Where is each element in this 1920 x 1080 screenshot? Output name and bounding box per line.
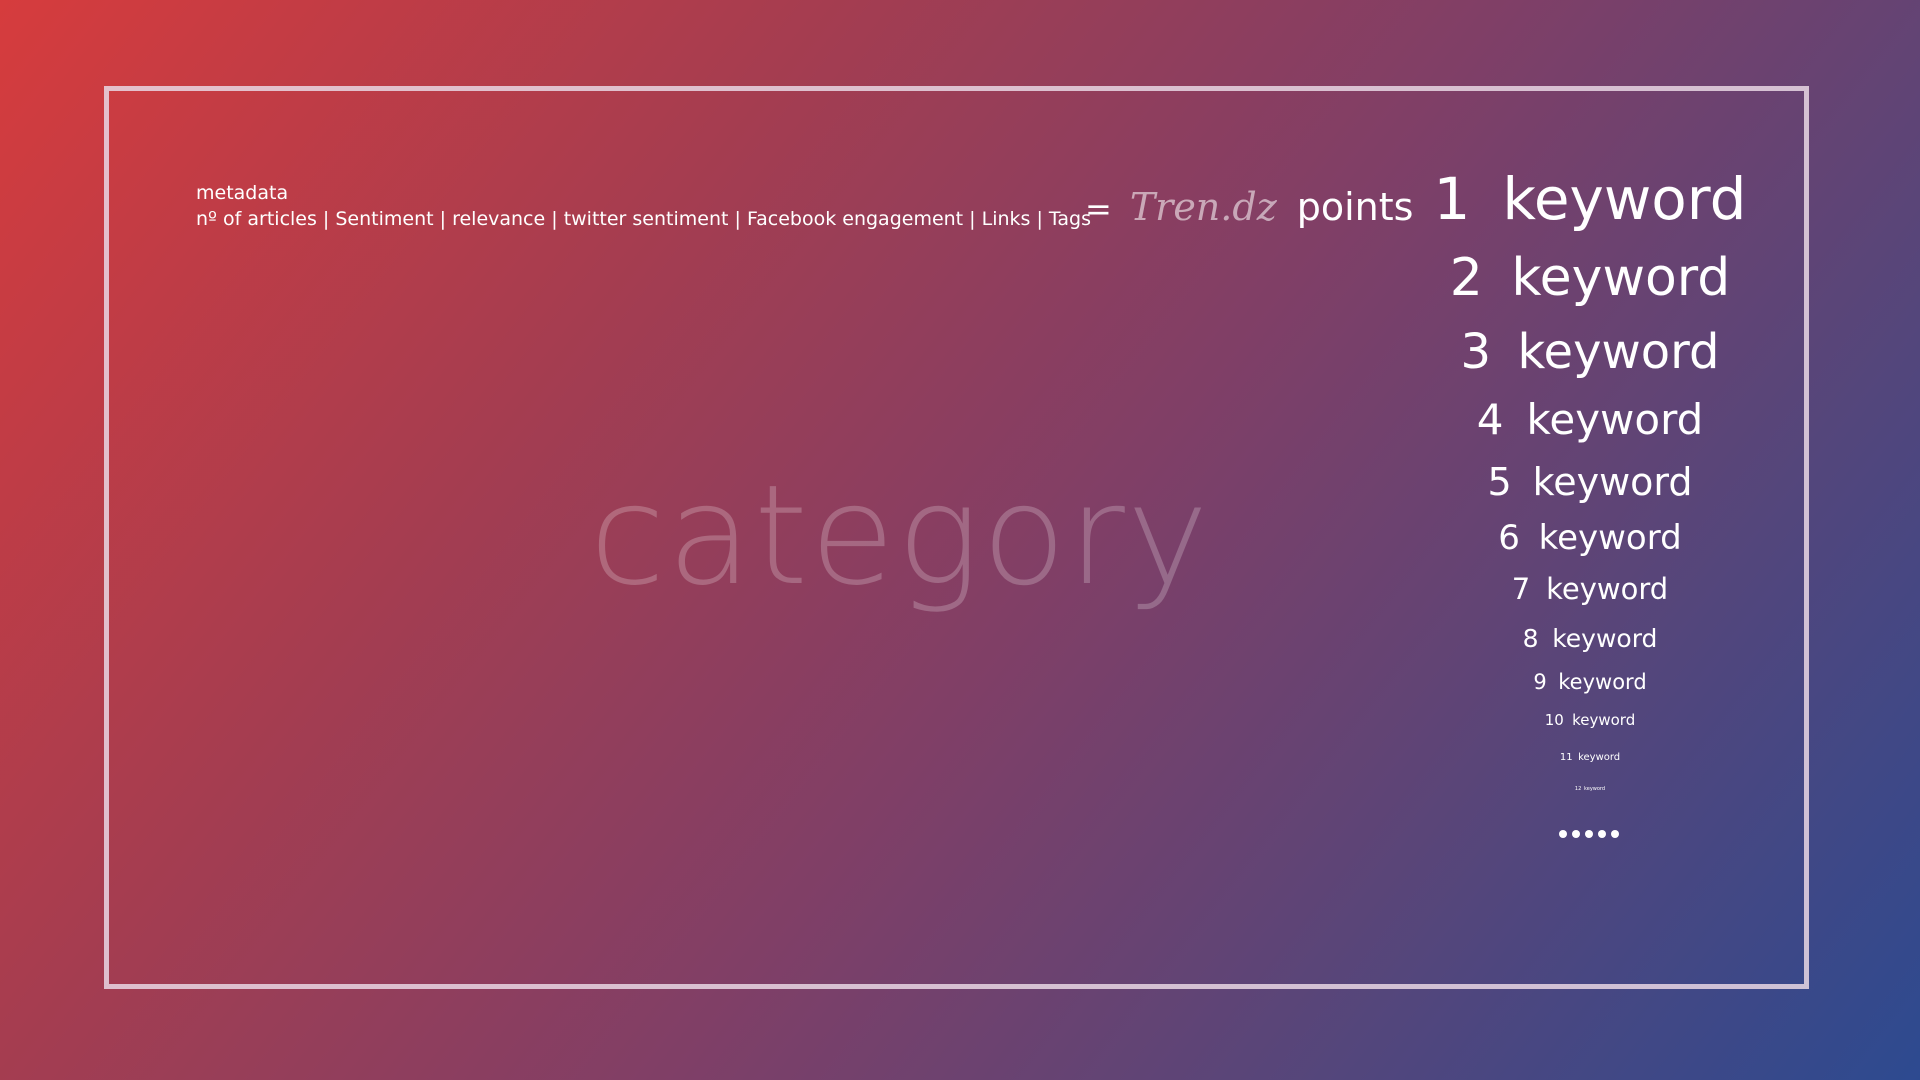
keyword-rank: 12 xyxy=(1574,786,1582,792)
keyword-label: keyword xyxy=(1517,324,1720,380)
factor-separator: | xyxy=(1030,208,1049,230)
keyword-item: 2 keyword xyxy=(1400,252,1780,304)
equals-sign: = xyxy=(1085,190,1112,228)
metadata-block: metadata nº of articles | Sentiment | re… xyxy=(196,180,1091,232)
metadata-factor: twitter sentiment xyxy=(563,208,729,230)
keyword-item: 3 keyword xyxy=(1400,328,1780,376)
keyword-item: 5 keyword xyxy=(1400,463,1780,501)
points-equation: = Tren.dz points xyxy=(1085,185,1413,229)
keyword-item: 6 keyword xyxy=(1400,521,1780,555)
keyword-item: 12 keyword xyxy=(1400,787,1780,792)
points-label: points xyxy=(1296,185,1414,229)
keyword-rank: 7 xyxy=(1511,572,1531,606)
keyword-label: keyword xyxy=(1502,165,1747,233)
more-dot-icon xyxy=(1585,830,1593,838)
more-indicator xyxy=(1559,830,1619,838)
factor-separator: | xyxy=(433,208,453,230)
keyword-rank: 9 xyxy=(1533,670,1547,694)
keyword-item: 11 keyword xyxy=(1400,753,1780,763)
metadata-factor-list: nº of articles | Sentiment | relevance |… xyxy=(196,206,1091,232)
keyword-rank: 5 xyxy=(1487,460,1512,504)
keyword-rank: 11 xyxy=(1559,752,1573,763)
metadata-factor: relevance xyxy=(452,208,546,230)
keyword-label: keyword xyxy=(1532,460,1693,504)
metadata-factor: nº of articles xyxy=(196,208,317,230)
keyword-item: 9 keyword xyxy=(1400,672,1780,693)
keyword-label: keyword xyxy=(1511,248,1731,308)
brand-logo: Tren.dz xyxy=(1129,185,1277,229)
metadata-title: metadata xyxy=(196,182,289,204)
keyword-rank: 1 xyxy=(1433,165,1471,233)
keyword-label: keyword xyxy=(1552,624,1658,653)
keyword-label: keyword xyxy=(1558,670,1647,694)
factor-separator: | xyxy=(963,208,982,230)
factor-separator: | xyxy=(728,208,747,230)
keyword-label: keyword xyxy=(1546,572,1669,606)
factor-separator: | xyxy=(316,208,336,230)
more-dot-icon xyxy=(1611,830,1619,838)
keyword-rank: 10 xyxy=(1544,711,1564,729)
keyword-item: 7 keyword xyxy=(1400,575,1780,604)
metadata-factor: Sentiment xyxy=(335,208,434,230)
keyword-label: keyword xyxy=(1584,786,1606,792)
metadata-factor: Links xyxy=(981,208,1031,230)
factor-separator: | xyxy=(545,208,564,230)
metadata-factor: Facebook engagement xyxy=(746,208,964,230)
more-dot-icon xyxy=(1598,830,1606,838)
keyword-rank: 4 xyxy=(1476,395,1504,444)
keyword-item: 4 keyword xyxy=(1400,399,1780,441)
keyword-rank: 6 xyxy=(1498,518,1520,558)
keyword-label: keyword xyxy=(1578,752,1621,763)
keyword-rank: 3 xyxy=(1460,324,1492,380)
keyword-label: keyword xyxy=(1526,395,1704,444)
keyword-rank: 8 xyxy=(1522,624,1539,653)
keyword-item: 10 keyword xyxy=(1400,713,1780,728)
keyword-item: 1 keyword xyxy=(1400,170,1780,228)
keyword-label: keyword xyxy=(1572,711,1636,729)
more-dot-icon xyxy=(1572,830,1580,838)
keyword-item: 8 keyword xyxy=(1400,626,1780,651)
more-dot-icon xyxy=(1559,830,1567,838)
keyword-rank: 2 xyxy=(1449,248,1483,308)
keyword-label: keyword xyxy=(1538,518,1682,558)
